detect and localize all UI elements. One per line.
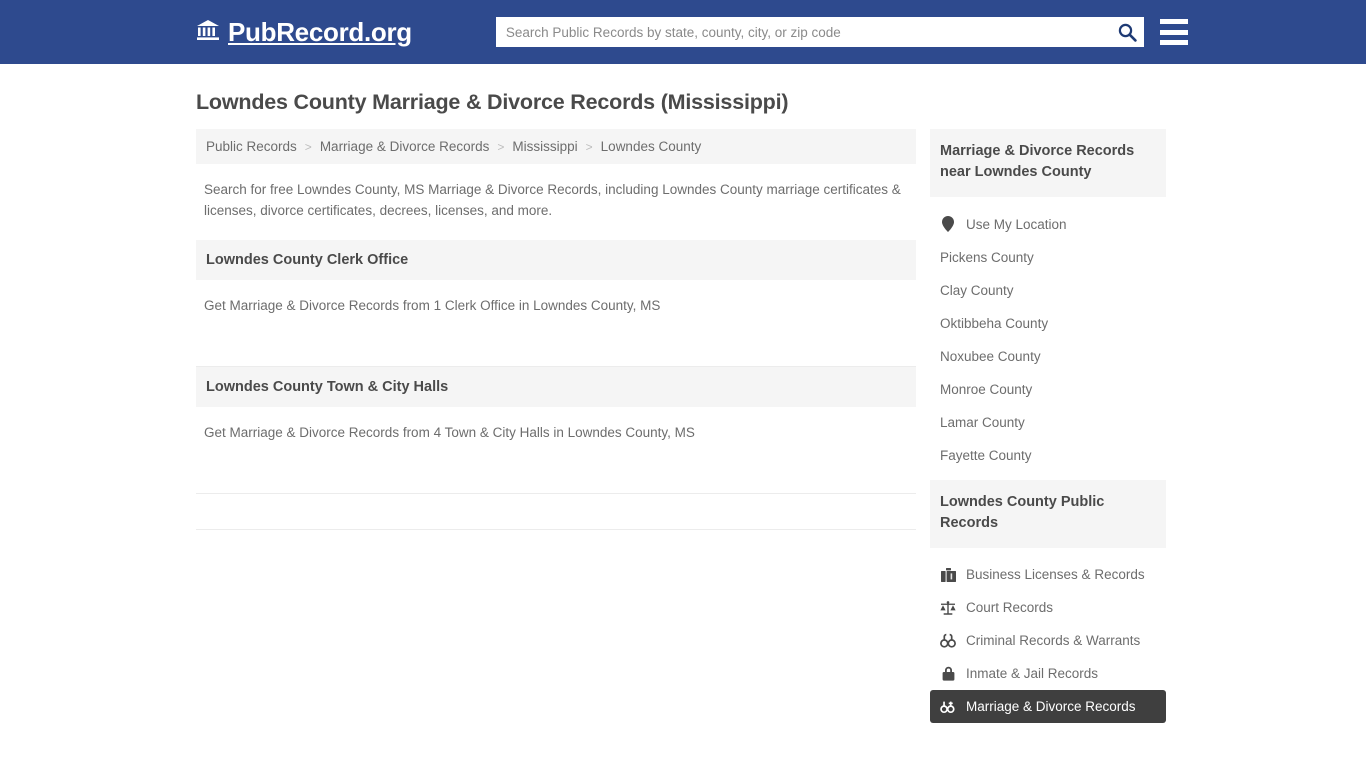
sidebar-nearby-list: Use My Location Pickens County Clay County… bbox=[930, 207, 1166, 472]
hamburger-menu-icon[interactable] bbox=[1159, 19, 1188, 45]
sidebar-record-item-label: Marriage & Divorce Records bbox=[966, 699, 1136, 715]
site-header: PubRecord.org bbox=[0, 0, 1366, 64]
listing-left bbox=[204, 538, 672, 549]
listing-right bbox=[672, 466, 908, 477]
sidebar-nearby-item-label: Pickens County bbox=[940, 250, 1034, 266]
breadcrumb-item-3[interactable]: Mississippi bbox=[512, 139, 577, 154]
content-columns: Public Records > Marriage & Divorce Record… bbox=[196, 129, 1170, 731]
breadcrumb-separator: > bbox=[497, 139, 505, 154]
listing-left bbox=[204, 502, 672, 513]
use-my-location-button[interactable]: Use My Location bbox=[930, 207, 1166, 241]
site-logo-text: PubRecord.org bbox=[228, 16, 412, 47]
listing-right bbox=[672, 502, 908, 513]
sidebar-record-item-inmate-jail-records[interactable]: Inmate & Jail Records bbox=[930, 657, 1166, 690]
search-icon bbox=[1118, 23, 1137, 42]
sidebar-public-records-heading: Lowndes County Public Records bbox=[930, 480, 1166, 549]
listing-right bbox=[672, 339, 908, 350]
breadcrumb-item-2[interactable]: Marriage & Divorce Records bbox=[320, 139, 490, 154]
breadcrumb-item-4[interactable]: Lowndes County bbox=[601, 139, 702, 154]
search-input[interactable] bbox=[495, 17, 1144, 47]
handcuffs-icon bbox=[940, 633, 956, 648]
sidebar-nearby-item-label: Monroe County bbox=[940, 382, 1033, 398]
sidebar-nearby-item-label: Oktibbeha County bbox=[940, 316, 1049, 332]
menu-bar-3 bbox=[1159, 40, 1188, 45]
sidebar-nearby-item-label: Noxubee County bbox=[940, 349, 1041, 365]
bank-icon bbox=[196, 17, 220, 48]
sidebar-record-item-business-licenses-records[interactable]: Business Licenses & Records bbox=[930, 558, 1166, 591]
sidebar-record-item-criminal-records-warrants[interactable]: Criminal Records & Warrants bbox=[930, 624, 1166, 657]
sidebar-nearby-item[interactable]: Oktibbeha County bbox=[930, 307, 1166, 340]
listing-row bbox=[196, 458, 916, 494]
listing-row bbox=[196, 331, 916, 367]
lock-icon bbox=[940, 666, 956, 681]
search-bar bbox=[495, 17, 1144, 47]
section-subheading: Get Marriage & Divorce Records from 1 Cl… bbox=[204, 297, 661, 313]
site-logo[interactable]: PubRecord.org bbox=[196, 17, 412, 48]
venus-mars-icon bbox=[940, 700, 956, 714]
section-heading: Lowndes County Town & City Halls bbox=[196, 366, 916, 407]
sidebar-public-records-box: Lowndes County Public Records Business L… bbox=[930, 480, 1166, 724]
sidebar-record-item-label: Business Licenses & Records bbox=[966, 567, 1145, 583]
sidebar-nearby-heading: Marriage & Divorce Records near Lowndes … bbox=[930, 129, 1166, 198]
sections-container: Lowndes County Clerk Office Get Marriage … bbox=[196, 239, 916, 565]
scales-icon bbox=[940, 600, 956, 615]
sidebar-nearby-item[interactable]: Noxubee County bbox=[930, 340, 1166, 373]
breadcrumb-separator: > bbox=[585, 139, 593, 154]
listing-left bbox=[204, 339, 672, 350]
sidebar-record-item-marriage-divorce-records[interactable]: Marriage & Divorce Records bbox=[930, 690, 1166, 724]
listing-right bbox=[672, 538, 908, 549]
sidebar-record-item-label: Criminal Records & Warrants bbox=[966, 633, 1141, 649]
section-heading: Lowndes County Clerk Office bbox=[196, 239, 916, 280]
sidebar-record-item-court-records[interactable]: Court Records bbox=[930, 591, 1166, 624]
sidebar-nearby-item-label: Use My Location bbox=[966, 216, 1067, 232]
sidebar: Marriage & Divorce Records near Lowndes … bbox=[930, 129, 1166, 731]
listing-left bbox=[204, 466, 672, 477]
sidebar-nearby-item[interactable]: Lamar County bbox=[930, 406, 1166, 439]
page-title: Lowndes County Marriage & Divorce Record… bbox=[196, 90, 789, 114]
sidebar-nearby-item[interactable]: Clay County bbox=[930, 274, 1166, 307]
main-column: Public Records > Marriage & Divorce Record… bbox=[196, 129, 916, 565]
sidebar-nearby-box: Marriage & Divorce Records near Lowndes … bbox=[930, 129, 1166, 472]
listing-row bbox=[196, 494, 916, 530]
sidebar-nearby-item-label: Clay County bbox=[940, 283, 1014, 299]
sidebar-record-item-label: Inmate & Jail Records bbox=[966, 666, 1099, 682]
map-pin-icon bbox=[940, 216, 956, 233]
sidebar-nearby-item[interactable]: Pickens County bbox=[930, 241, 1166, 274]
briefcase-icon bbox=[940, 567, 956, 582]
breadcrumb-separator: > bbox=[304, 139, 312, 154]
listing-row bbox=[196, 530, 916, 565]
sidebar-nearby-item-label: Lamar County bbox=[940, 415, 1025, 431]
sidebar-nearby-item-label: Fayette County bbox=[940, 448, 1032, 464]
search-button[interactable] bbox=[1116, 21, 1138, 43]
breadcrumb: Public Records > Marriage & Divorce Record… bbox=[196, 129, 916, 164]
sidebar-public-records-list: Business Licenses & Records Court Records… bbox=[930, 558, 1166, 724]
sidebar-nearby-item[interactable]: Fayette County bbox=[930, 439, 1166, 472]
section-subheading: Get Marriage & Divorce Records from 4 To… bbox=[204, 424, 695, 440]
intro-text: Search for free Lowndes County, MS Marri… bbox=[204, 182, 901, 218]
breadcrumb-item-1[interactable]: Public Records bbox=[206, 139, 297, 154]
menu-bar-1 bbox=[1159, 19, 1188, 24]
menu-bar-2 bbox=[1159, 29, 1188, 35]
page-body: Lowndes County Marriage & Divorce Record… bbox=[0, 90, 1366, 731]
sidebar-record-item-label: Court Records bbox=[966, 600, 1054, 616]
sidebar-nearby-item[interactable]: Monroe County bbox=[930, 373, 1166, 406]
